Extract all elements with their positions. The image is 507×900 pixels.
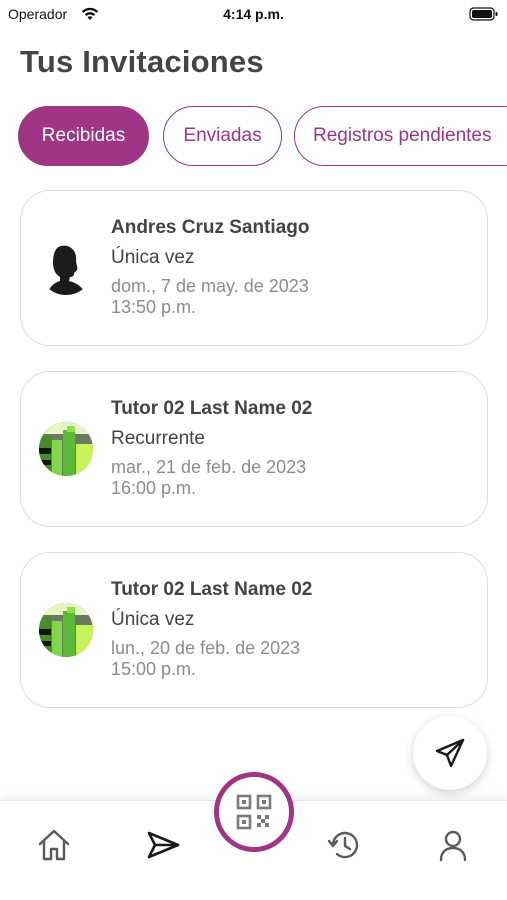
invitation-time: 16:00 p.m. bbox=[111, 478, 197, 498]
tab-sent[interactable]: Enviadas bbox=[163, 106, 282, 166]
page-title: Tus Invitaciones bbox=[20, 44, 264, 79]
invitation-name: Tutor 02 Last Name 02 bbox=[111, 398, 313, 419]
scan-qr-button[interactable] bbox=[214, 772, 294, 852]
invitation-card[interactable]: Andres Cruz Santiago Única vez dom., 7 d… bbox=[20, 190, 488, 346]
invitation-type: Única vez bbox=[111, 609, 195, 630]
green-bars-avatar-icon bbox=[39, 603, 93, 657]
status-bar: Operador 4:14 p.m. bbox=[0, 0, 507, 30]
avatar bbox=[39, 422, 93, 476]
invitation-tabs: Recibidas Enviadas Registros pendientes bbox=[18, 106, 507, 166]
invitation-date: mar., 21 de feb. de 2023 bbox=[111, 457, 307, 477]
nav-home[interactable] bbox=[34, 825, 74, 865]
invitation-date: dom., 7 de may. de 2023 bbox=[111, 276, 309, 296]
user-icon bbox=[439, 830, 467, 862]
invitation-name: Tutor 02 Last Name 02 bbox=[111, 579, 313, 600]
invitation-date: lun., 20 de feb. de 2023 bbox=[111, 638, 301, 658]
nav-history[interactable] bbox=[324, 825, 364, 865]
invitation-time: 13:50 p.m. bbox=[111, 297, 197, 317]
invitation-type: Recurrente bbox=[111, 428, 205, 449]
home-icon bbox=[38, 829, 70, 861]
avatar bbox=[39, 241, 93, 295]
invitation-card[interactable]: Tutor 02 Last Name 02 Recurrente mar., 2… bbox=[20, 371, 488, 527]
nav-send[interactable] bbox=[143, 825, 183, 865]
invitation-time: 15:00 p.m. bbox=[111, 659, 197, 679]
qr-code-icon bbox=[236, 794, 272, 830]
green-bars-avatar-icon bbox=[39, 422, 93, 476]
history-icon bbox=[327, 831, 359, 859]
tab-pending-registrations[interactable]: Registros pendientes bbox=[294, 106, 507, 166]
paper-plane-icon bbox=[435, 738, 465, 768]
invitation-name: Andres Cruz Santiago bbox=[111, 217, 310, 238]
send-invitation-button[interactable] bbox=[413, 716, 487, 790]
paper-plane-icon bbox=[147, 831, 180, 859]
tab-received[interactable]: Recibidas bbox=[18, 106, 149, 166]
invitation-card[interactable]: Tutor 02 Last Name 02 Única vez lun., 20… bbox=[20, 552, 488, 708]
battery-icon bbox=[469, 7, 498, 21]
clock: 4:14 p.m. bbox=[223, 6, 284, 22]
silhouette-avatar-icon bbox=[39, 241, 93, 295]
nav-profile[interactable] bbox=[433, 825, 473, 865]
avatar bbox=[39, 603, 93, 657]
invitation-type: Única vez bbox=[111, 247, 195, 268]
